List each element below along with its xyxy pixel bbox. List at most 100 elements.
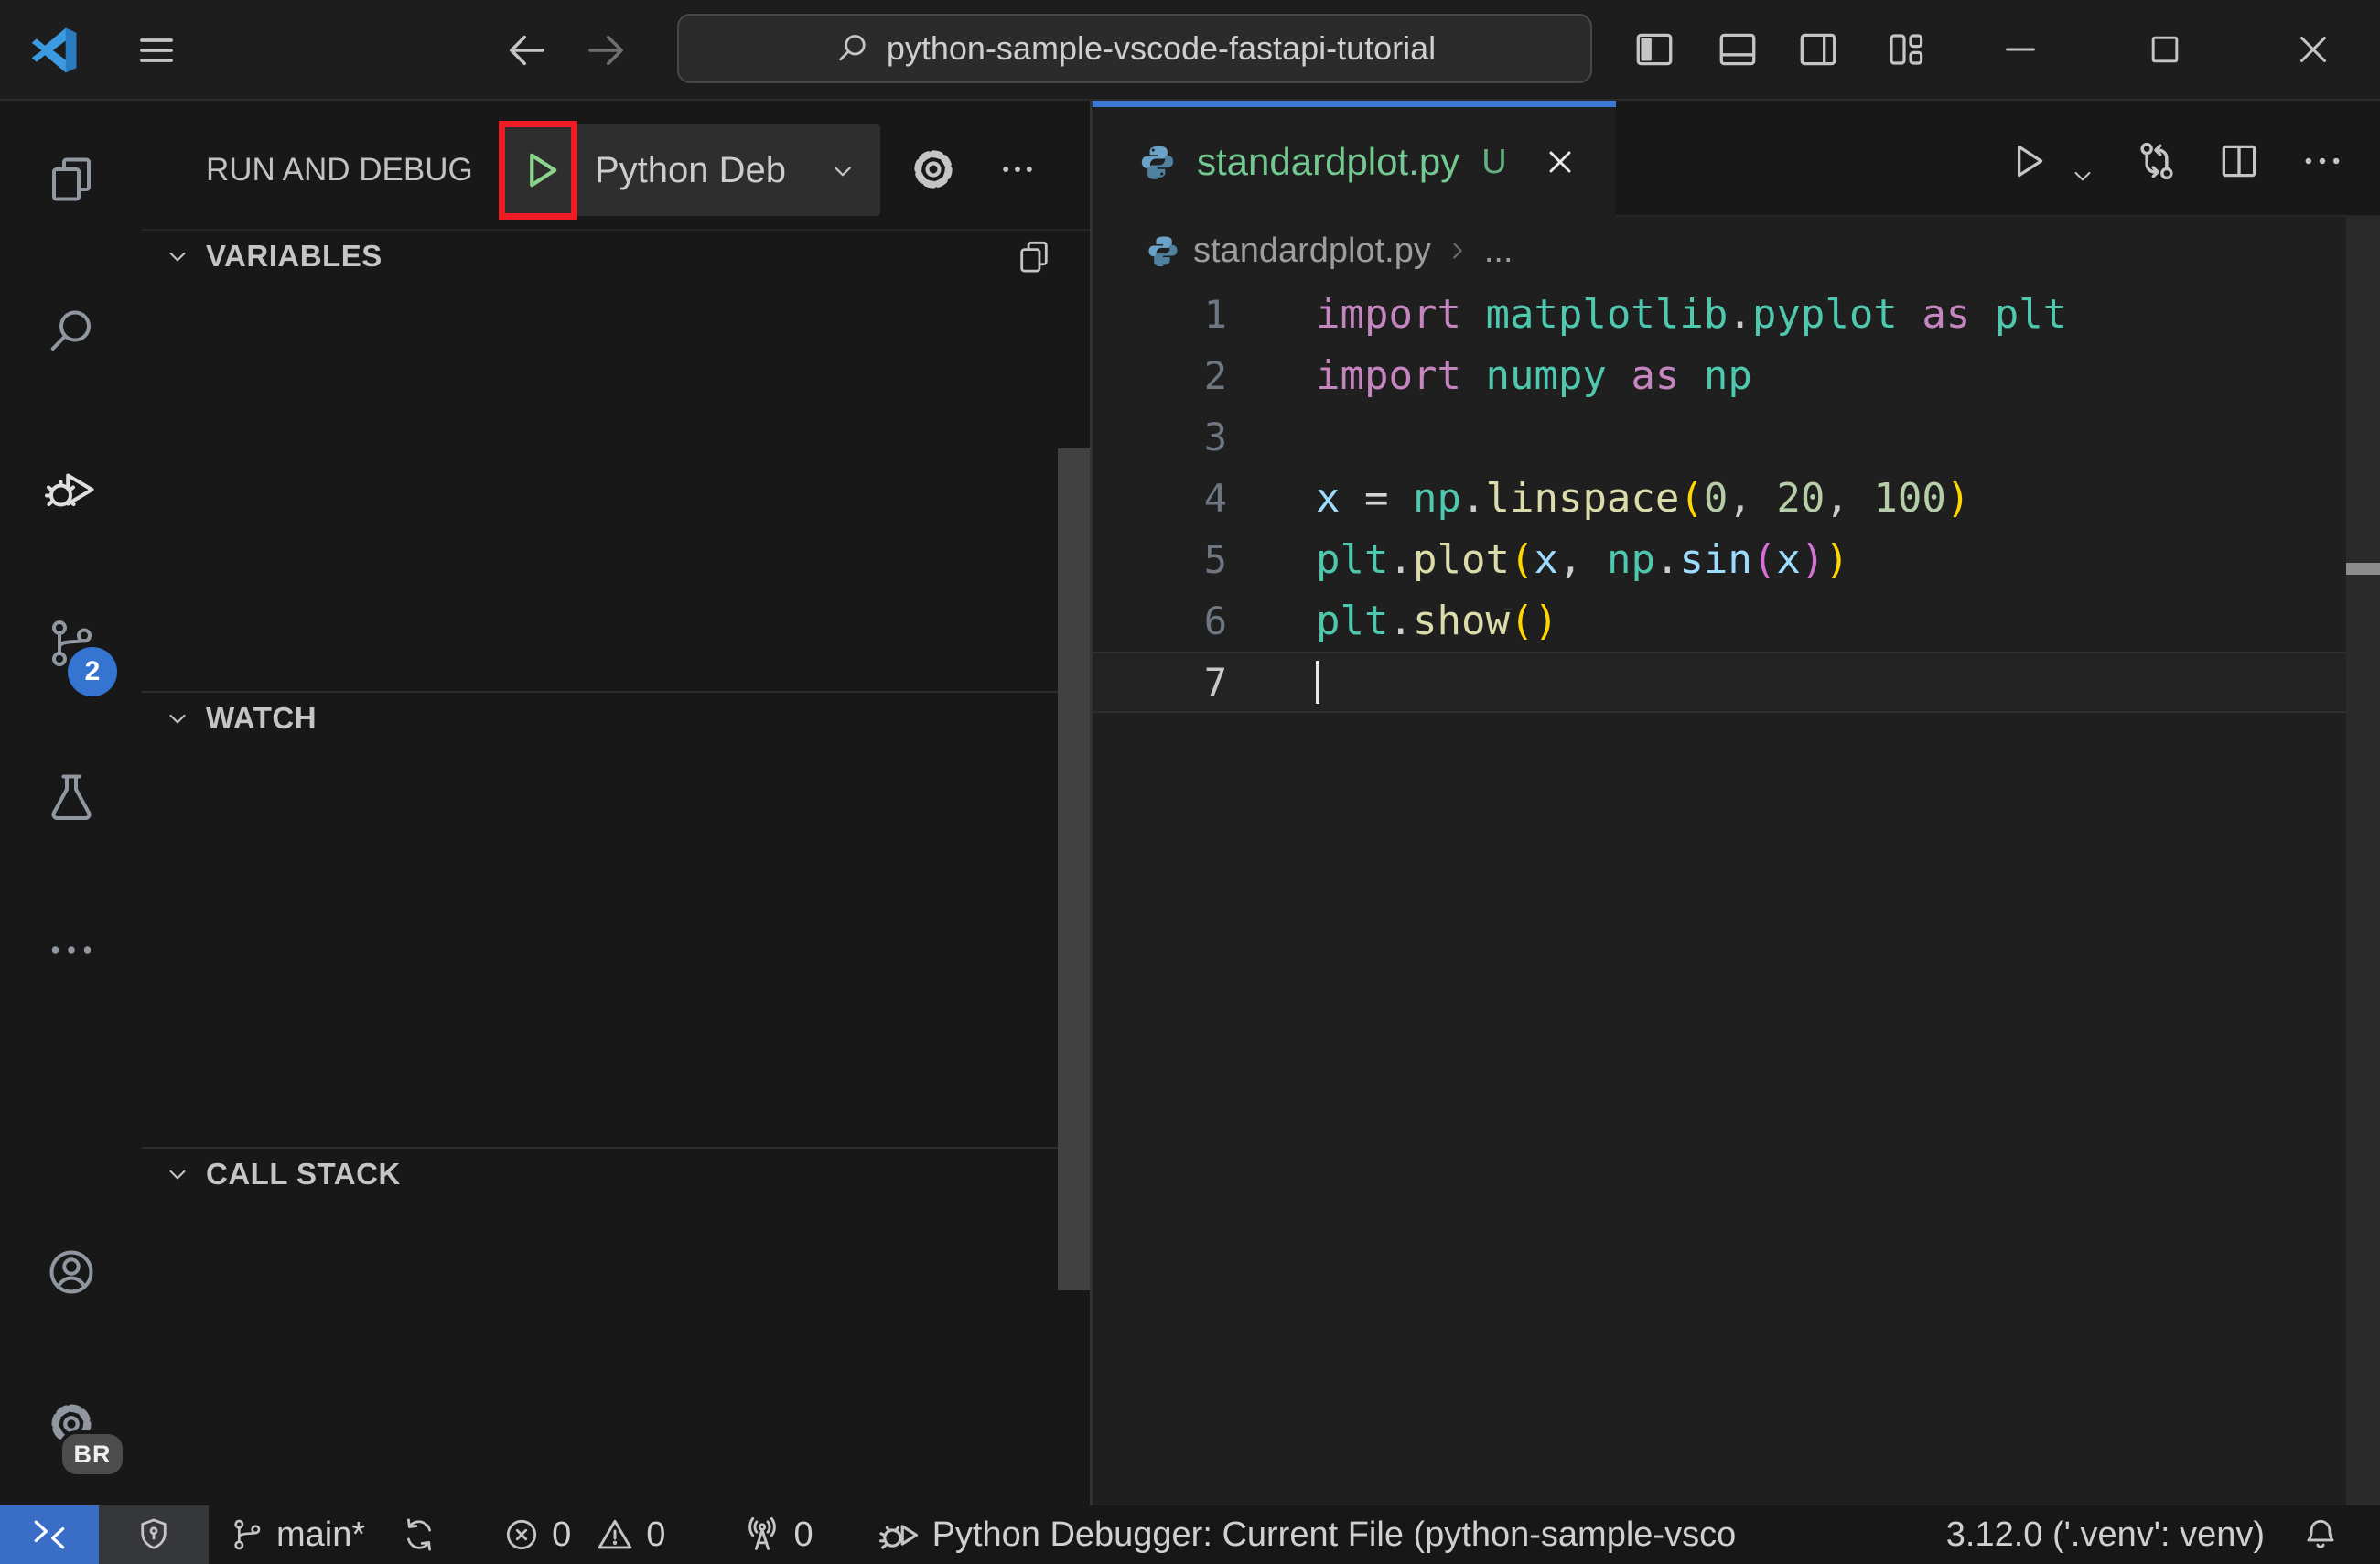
- code-token: plt: [1316, 536, 1389, 583]
- code-line[interactable]: 2 import numpy as np: [1093, 345, 2380, 406]
- code-token: np: [1413, 475, 1461, 522]
- line-number: 6: [1203, 599, 1227, 643]
- sidebar-scrollbar[interactable]: [1058, 448, 1091, 1290]
- code-token: plt: [1316, 598, 1389, 644]
- toggle-sidebar-icon[interactable]: [1627, 22, 1682, 77]
- source-control-badge: 2: [68, 647, 117, 696]
- git-branch-item[interactable]: main*: [209, 1505, 458, 1564]
- vscode-window: python-sample-vscode-fastapi-tutorial 2 …: [0, 0, 2380, 1564]
- code-token: as: [1631, 352, 1680, 399]
- code-text: import matplotlib.pyplot as plt: [1316, 284, 2067, 345]
- debug-start-icon: [878, 1513, 921, 1557]
- editor-scrollbar[interactable]: [2346, 217, 2380, 1505]
- search-icon: [834, 29, 872, 68]
- radio-tower-icon: [742, 1515, 782, 1555]
- tab-dirty-indicator: U: [1481, 142, 1507, 181]
- workspace-trust-item[interactable]: [99, 1505, 209, 1564]
- code-line[interactable]: 3: [1093, 406, 2380, 468]
- tab-bar: standardplot.py U: [1093, 101, 2380, 217]
- code-line[interactable]: 4 x = np.linspace(0, 20, 100): [1093, 468, 2380, 529]
- close-window-icon[interactable]: [2286, 22, 2341, 77]
- breadcrumb-more[interactable]: ...: [1484, 232, 1513, 271]
- code-token: .: [1388, 536, 1413, 583]
- toggle-secondary-sidebar-icon[interactable]: [1791, 22, 1846, 77]
- code-token: .: [1654, 536, 1680, 583]
- code-line[interactable]: 1 import matplotlib.pyplot as plt: [1093, 284, 2380, 345]
- editor-group: standardplot.py U standardplot.py ... 1 …: [1093, 101, 2380, 1505]
- section-label: WATCH: [206, 701, 318, 735]
- code-line[interactable]: 6 plt.show(): [1093, 590, 2380, 652]
- maximize-icon[interactable]: [2138, 22, 2192, 77]
- account-icon[interactable]: [44, 1245, 99, 1300]
- open-changes-icon[interactable]: [2133, 137, 2181, 185]
- explorer-icon[interactable]: [44, 152, 99, 207]
- ports-item[interactable]: 0: [722, 1505, 833, 1564]
- search-value: python-sample-vscode-fastapi-tutorial: [886, 29, 1437, 67]
- title-bar: python-sample-vscode-fastapi-tutorial: [0, 0, 2380, 101]
- code-token: import: [1316, 352, 1461, 399]
- chevron-right-icon: [1444, 237, 1471, 264]
- forward-arrow-icon[interactable]: [580, 24, 633, 77]
- remote-indicator[interactable]: [0, 1505, 99, 1564]
- code-token: 20: [1776, 475, 1825, 522]
- code-token: ): [1825, 536, 1849, 583]
- git-branch-icon: [229, 1516, 265, 1553]
- section-call-stack[interactable]: CALL STACK: [142, 1147, 1092, 1200]
- tab-label: standardplot.py: [1197, 140, 1460, 183]
- launch-gear-icon[interactable]: [905, 141, 962, 198]
- code-token: 100: [1873, 475, 1946, 522]
- section-variables[interactable]: VARIABLES: [142, 229, 1092, 282]
- editor-more-actions-icon[interactable]: [2299, 137, 2346, 185]
- code-token: (: [1679, 475, 1704, 522]
- back-arrow-icon[interactable]: [500, 24, 553, 77]
- split-editor-icon[interactable]: [2215, 137, 2263, 185]
- python-interpreter-item[interactable]: 3.12.0 ('.venv': venv): [1946, 1515, 2265, 1555]
- menu-icon[interactable]: [130, 26, 183, 75]
- chevron-down-icon: [164, 705, 191, 732]
- overview-ruler-mark: [2346, 563, 2380, 575]
- more-views-icon[interactable]: [44, 922, 99, 977]
- customize-layout-icon[interactable]: [1879, 22, 1933, 77]
- copy-icon[interactable]: [1013, 235, 1055, 277]
- code-token: linspace: [1485, 475, 1680, 522]
- line-number: 5: [1203, 537, 1227, 582]
- debugger-status-item[interactable]: Python Debugger: Current File (python-sa…: [857, 1505, 1757, 1564]
- sidebar-title: RUN AND DEBUG: [206, 152, 473, 188]
- python-file-icon: [1138, 143, 1177, 181]
- breadcrumbs[interactable]: standardplot.py ...: [1093, 217, 2380, 285]
- toggle-panel-icon[interactable]: [1710, 22, 1765, 77]
- code-token: .: [1388, 598, 1413, 644]
- run-dropdown-chevron-icon[interactable]: [2059, 152, 2106, 200]
- bell-icon[interactable]: [2301, 1515, 2340, 1554]
- close-tab-icon[interactable]: [1540, 142, 1580, 182]
- code-token: x: [1316, 475, 1341, 522]
- code-token: as: [1922, 291, 1971, 338]
- tab-standardplot[interactable]: standardplot.py U: [1093, 101, 1616, 217]
- minimize-icon[interactable]: [1993, 22, 2048, 77]
- views-more-actions-icon[interactable]: [989, 148, 1046, 190]
- red-annotation-box: [499, 121, 577, 220]
- run-and-debug-icon[interactable]: [44, 461, 99, 516]
- command-center-search[interactable]: python-sample-vscode-fastapi-tutorial: [677, 14, 1592, 83]
- line-number: 3: [1203, 415, 1227, 459]
- breadcrumb-file[interactable]: standardplot.py: [1193, 232, 1431, 271]
- code-line[interactable]: 7: [1093, 652, 2346, 713]
- search-icon[interactable]: [44, 304, 99, 359]
- code-token: numpy: [1485, 352, 1607, 399]
- code-token: x: [1534, 536, 1558, 583]
- activity-bar: 2 BR: [0, 101, 142, 1505]
- error-icon: [502, 1515, 541, 1554]
- section-watch[interactable]: WATCH: [142, 691, 1092, 744]
- code-line[interactable]: 5 plt.plot(x, np.sin(x)): [1093, 529, 2380, 590]
- run-python-file-icon[interactable]: [2004, 137, 2052, 185]
- error-count: 0: [552, 1515, 572, 1554]
- testing-icon[interactable]: [44, 770, 99, 825]
- code-token: sin: [1679, 536, 1752, 583]
- code-token: ,: [1825, 475, 1849, 522]
- problems-item[interactable]: 0 0: [482, 1505, 685, 1564]
